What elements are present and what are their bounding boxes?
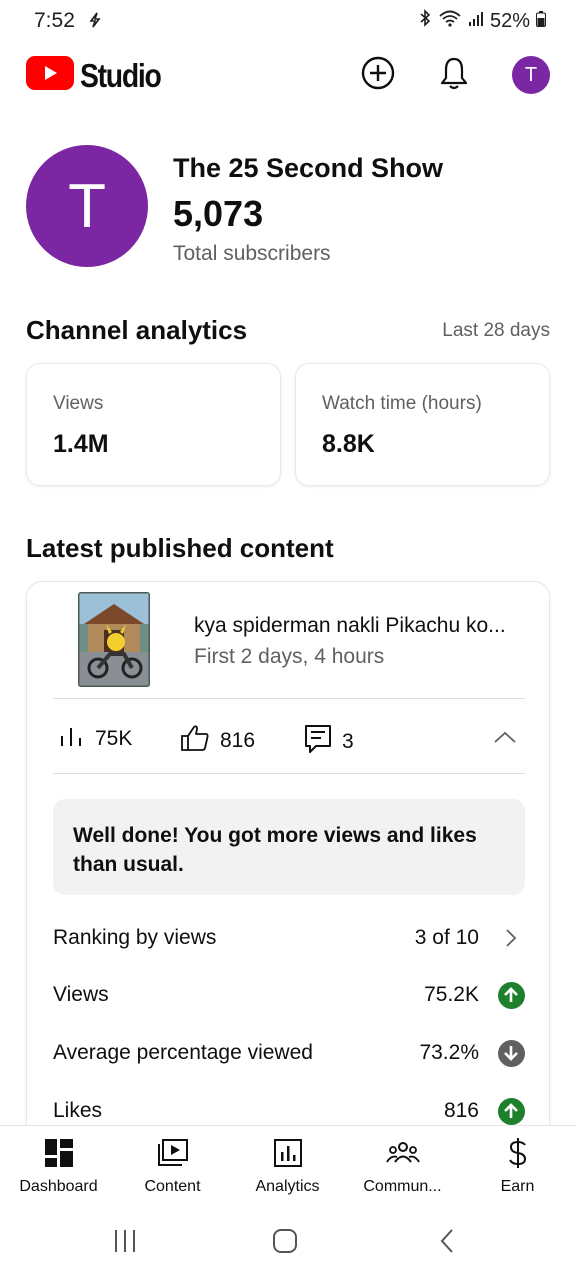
channel-summary: T The 25 Second Show 5,073 Total subscri… (26, 145, 556, 267)
community-icon (385, 1136, 420, 1170)
comments-stat: 3 (304, 724, 354, 760)
account-avatar[interactable]: T (512, 56, 550, 94)
channel-name: The 25 Second Show (173, 153, 444, 183)
metric-label: Watch time (hours) (322, 393, 482, 414)
chevron-up-icon (493, 731, 517, 749)
add-circle-icon (361, 56, 395, 95)
lightning-icon (88, 12, 102, 33)
row-label: Likes (53, 1099, 103, 1122)
divider (53, 773, 525, 774)
ranking-row[interactable]: Ranking by views 3 of 10 (53, 918, 525, 958)
signal-icon (468, 10, 484, 33)
arrow-up-icon (497, 981, 525, 1009)
battery-icon (536, 10, 546, 33)
video-title[interactable]: kya spiderman nakli Pikachu ko... (194, 614, 534, 638)
subscriber-count: 5,073 (173, 193, 264, 234)
metric-value: 8.8K (322, 430, 375, 458)
bluetooth-icon (418, 9, 432, 33)
thumbs-up-icon (180, 724, 210, 758)
youtube-logo-icon (26, 56, 74, 95)
arrow-down-icon (497, 1039, 525, 1067)
row-value: 3 of 10 (414, 926, 479, 949)
channel-analytics-title: Channel analytics (26, 315, 248, 345)
nav-earn[interactable]: Earn (460, 1136, 575, 1196)
row-value: 75.2K (424, 983, 479, 1006)
row-value: 816 (443, 1099, 479, 1122)
row-label: Views (53, 983, 109, 1006)
analytics-icon (273, 1136, 303, 1170)
back-icon (437, 1229, 457, 1259)
likes-stat-value: 816 (220, 729, 256, 752)
youtube-studio-logo[interactable]: Studio (26, 56, 174, 95)
nav-content[interactable]: Content (115, 1136, 230, 1196)
arrow-up-icon (497, 1097, 525, 1125)
metric-label: Views (53, 393, 104, 414)
bottom-navigation: Dashboard Content Analytics Commun... Ea… (0, 1125, 576, 1205)
back-button[interactable] (437, 1227, 457, 1260)
status-icons: 52% (418, 9, 546, 33)
row-label: Average percentage viewed (53, 1041, 313, 1064)
bell-icon (439, 56, 469, 95)
notifications-button[interactable] (435, 56, 473, 94)
nav-label: Commun... (363, 1178, 442, 1195)
nav-label: Content (144, 1178, 201, 1195)
video-thumbnail[interactable] (78, 592, 150, 687)
dashboard-icon (44, 1136, 74, 1170)
views-stat: 75K (59, 724, 132, 754)
battery-percent: 52% (489, 9, 530, 32)
channel-avatar[interactable]: T (26, 145, 148, 267)
row-value: 73.2% (419, 1041, 479, 1064)
system-navigation-bar (0, 1205, 576, 1280)
comment-icon (304, 724, 332, 760)
nav-community[interactable]: Commun... (345, 1136, 460, 1196)
row-label: Ranking by views (53, 926, 217, 949)
avg-percentage-row: Average percentage viewed 73.2% (53, 1033, 525, 1073)
home-icon (271, 1229, 299, 1259)
home-button[interactable] (271, 1227, 299, 1260)
nav-analytics[interactable]: Analytics (230, 1136, 345, 1196)
recent-apps-button[interactable] (112, 1227, 138, 1260)
metric-value: 1.4M (53, 430, 109, 458)
views-row: Views 75.2K (53, 975, 525, 1015)
analytics-period: Last 28 days (442, 320, 550, 341)
logo-text: Studio (80, 56, 162, 94)
watch-time-card[interactable]: Watch time (hours) 8.8K (295, 363, 550, 486)
divider (53, 698, 525, 699)
status-time: 7:52 (34, 9, 75, 32)
performance-banner: Well done! You got more views and likes … (53, 799, 525, 895)
nav-dashboard[interactable]: Dashboard (1, 1136, 116, 1196)
wifi-icon (438, 9, 462, 33)
chevron-right-icon (497, 924, 525, 952)
likes-stat: 816 (180, 724, 255, 758)
bar-chart-icon (59, 724, 85, 754)
nav-label: Analytics (255, 1178, 320, 1195)
collapse-button[interactable] (493, 729, 517, 750)
nav-label: Earn (500, 1178, 535, 1195)
video-subtitle: First 2 days, 4 hours (194, 645, 385, 668)
nav-label: Dashboard (19, 1178, 98, 1195)
create-button[interactable] (359, 56, 397, 94)
latest-content-title: Latest published content (26, 533, 334, 563)
views-stat-value: 75K (95, 727, 133, 750)
app-header: Studio T (0, 52, 576, 98)
content-icon (157, 1136, 189, 1170)
views-card[interactable]: Views 1.4M (26, 363, 281, 486)
latest-content-card: kya spiderman nakli Pikachu ko... First … (26, 581, 550, 1181)
subscriber-label: Total subscribers (173, 242, 331, 265)
recent-apps-icon (112, 1230, 138, 1259)
status-bar: 7:52 52% (0, 0, 576, 42)
dollar-icon (507, 1136, 529, 1170)
comments-stat-value: 3 (342, 730, 354, 753)
